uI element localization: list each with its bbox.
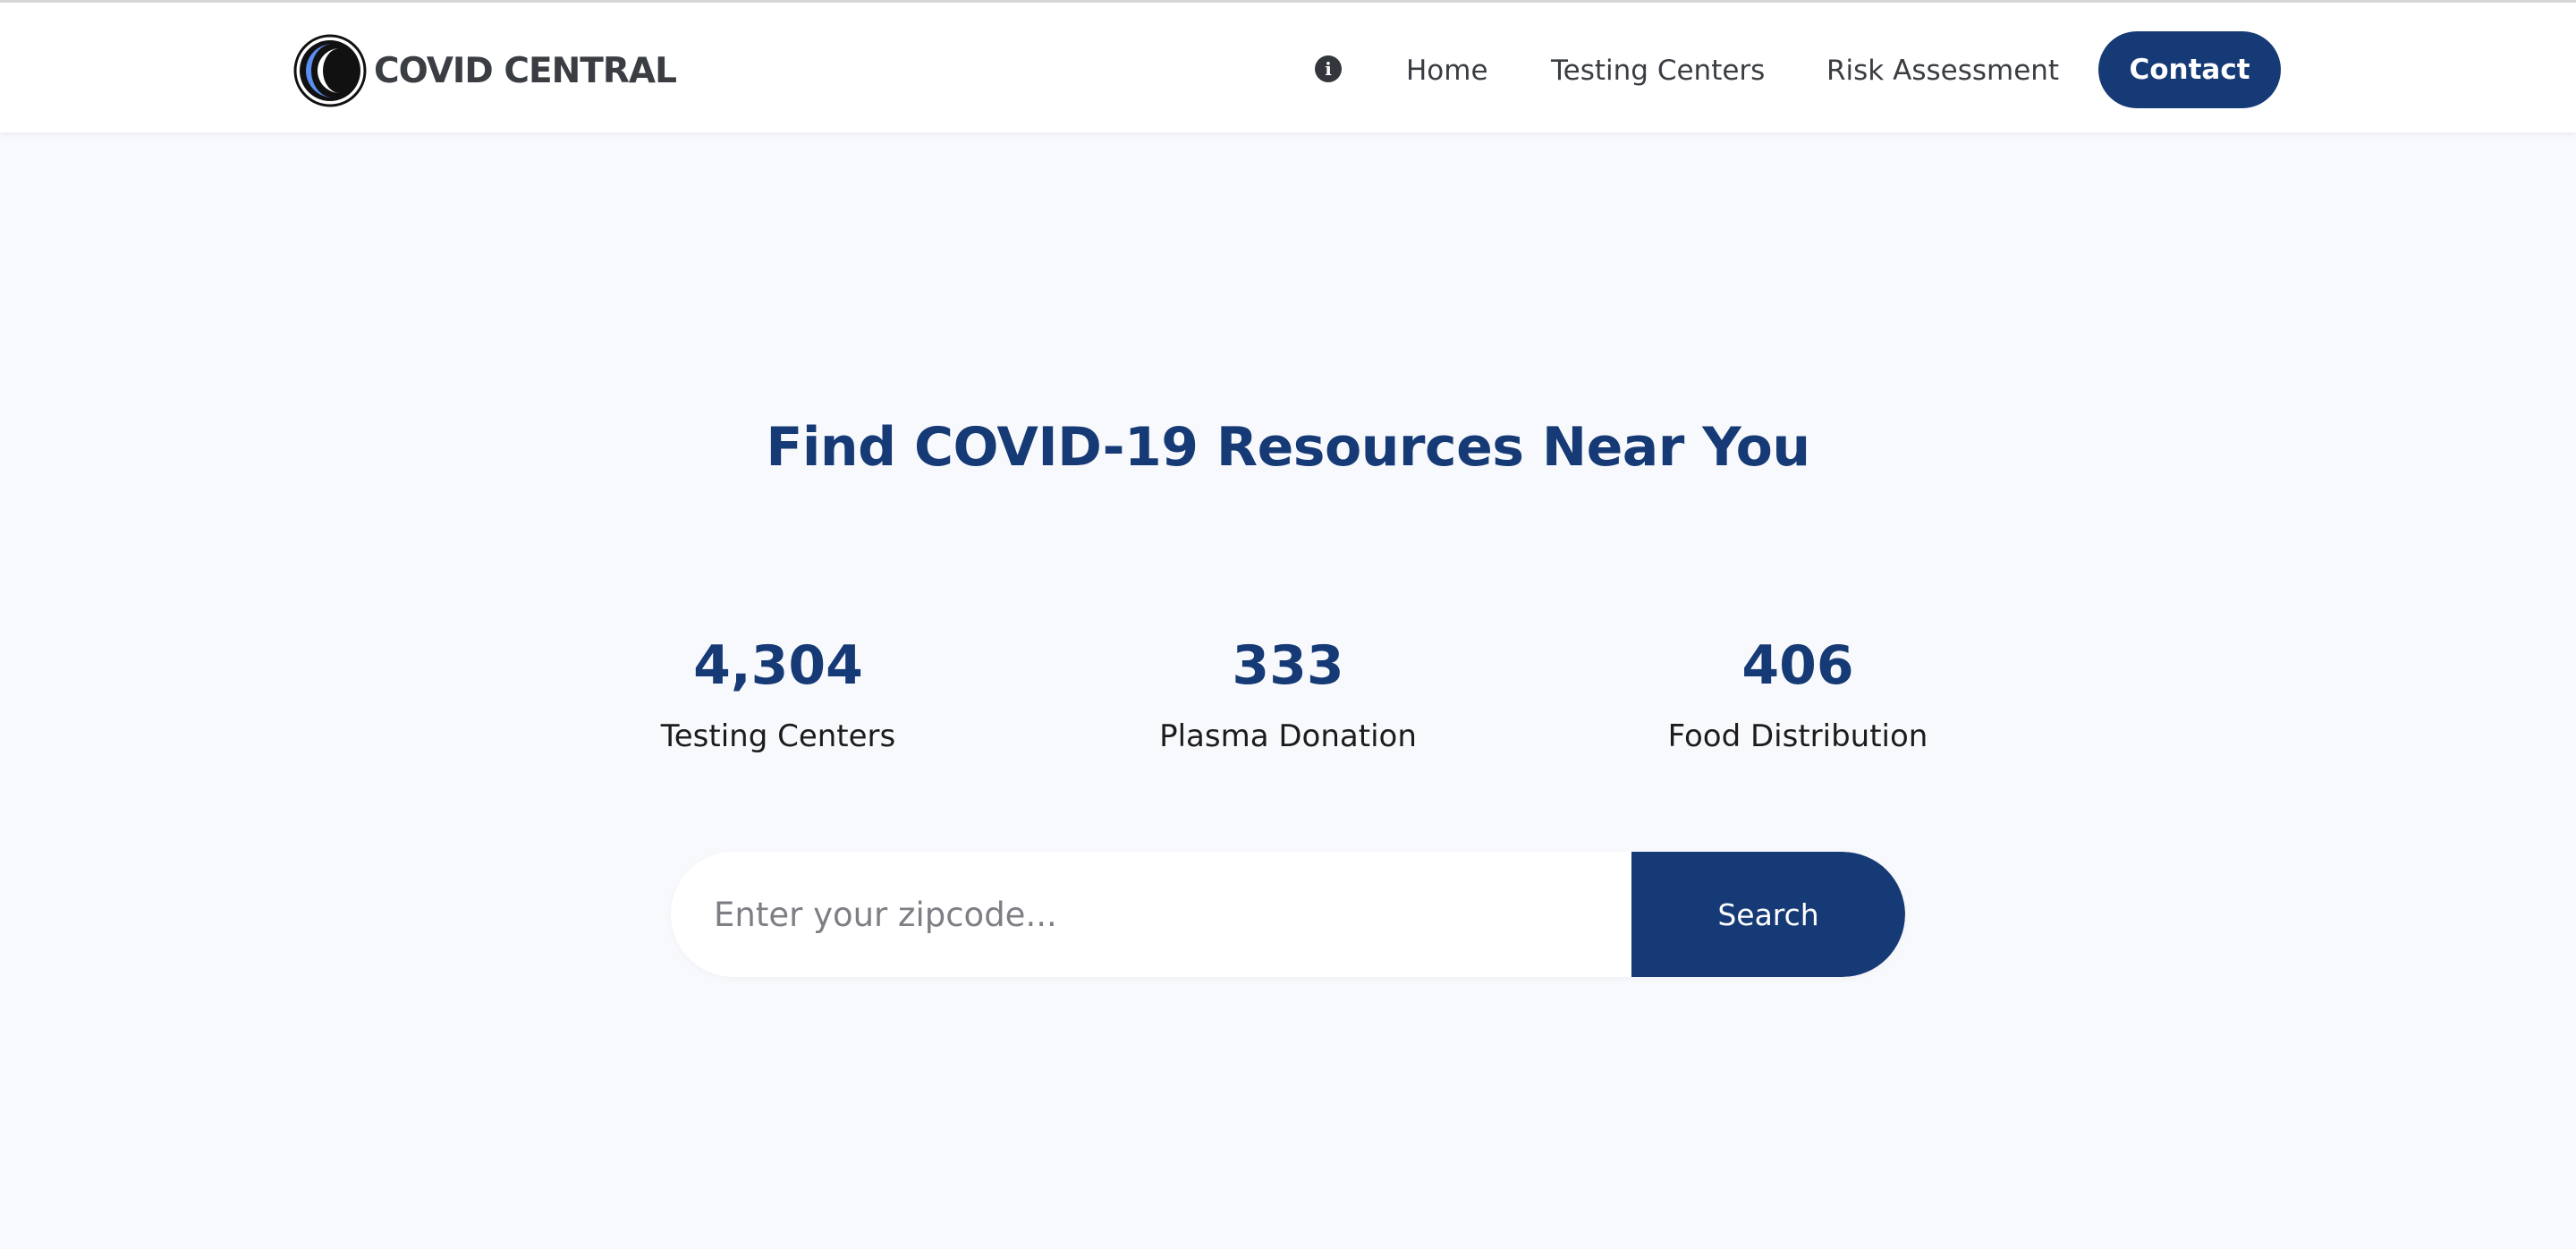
contact-button[interactable]: Contact: [2098, 31, 2281, 108]
nav-risk-assessment-link[interactable]: Risk Assessment: [1826, 51, 2059, 90]
stat-label: Testing Centers: [660, 718, 896, 754]
stat-label: Food Distribution: [1667, 718, 1928, 754]
logo-crescent-icon: [293, 34, 367, 107]
page-title: Find COVID-19 Resources Near You: [766, 416, 1810, 479]
nav-home-link[interactable]: Home: [1406, 51, 1488, 90]
nav-testing-centers-link[interactable]: Testing Centers: [1551, 51, 1765, 90]
site-header: COVID CENTRAL i Home Testing Centers Ris…: [0, 0, 2576, 132]
stat-value: 406: [1741, 634, 1854, 697]
stat-label: Plasma Donation: [1159, 718, 1417, 754]
zipcode-search-input[interactable]: [671, 852, 1631, 977]
stat-food-distribution: 406 Food Distribution: [1610, 630, 1986, 759]
stat-value: 333: [1232, 634, 1344, 697]
zipcode-search-form: Search: [671, 852, 1905, 977]
page: COVID CENTRAL i Home Testing Centers Ris…: [0, 0, 2576, 1249]
search-button[interactable]: Search: [1631, 852, 1905, 977]
stat-value: 4,304: [693, 634, 863, 697]
logo-text: COVID CENTRAL: [374, 50, 677, 91]
stat-plasma-donation: 333 Plasma Donation: [1100, 630, 1476, 759]
info-circle-icon[interactable]: i: [1315, 55, 1342, 82]
logo-link[interactable]: COVID CENTRAL: [293, 33, 677, 108]
stat-testing-centers: 4,304 Testing Centers: [590, 630, 966, 759]
